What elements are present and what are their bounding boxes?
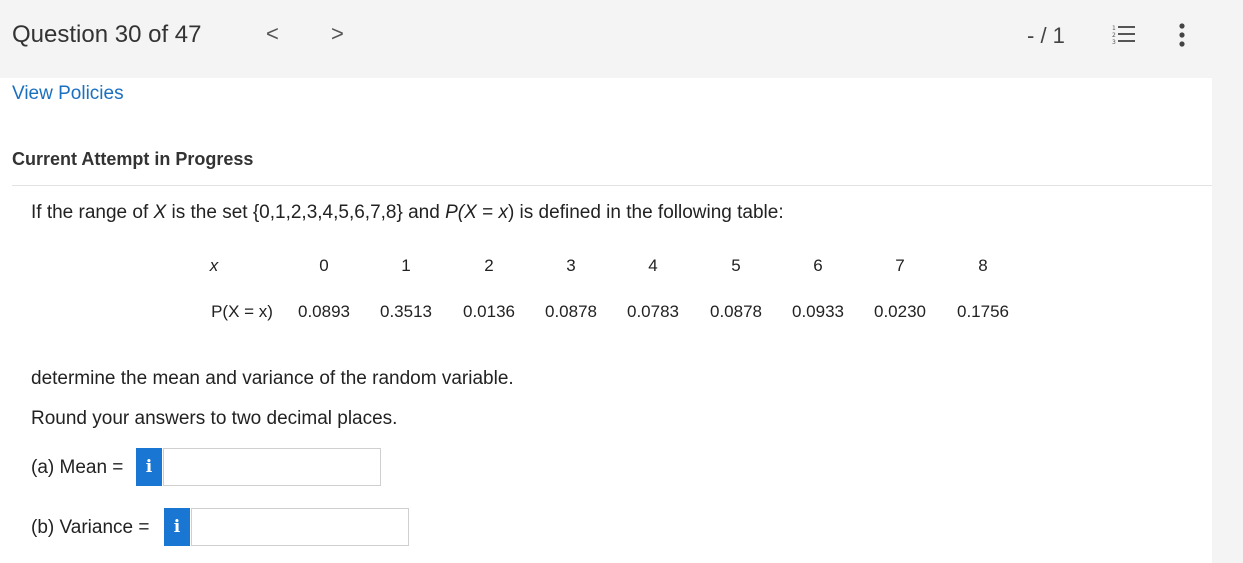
mean-label: (a) Mean = [31, 457, 124, 478]
table-cell-x: 0 [319, 256, 329, 275]
table-cell-x: 6 [813, 256, 823, 275]
question-text: If the range of X is the set {0,1,2,3,4,… [31, 202, 784, 223]
table-cell-p: 0.3513 [380, 302, 432, 321]
svg-text:2: 2 [1112, 32, 1116, 39]
svg-text:3: 3 [1112, 39, 1116, 46]
table-cell-p: 0.0230 [874, 302, 926, 321]
table-cell-p: 0.0878 [545, 302, 597, 321]
chevron-right-icon: > [331, 21, 344, 46]
mean-info-button[interactable]: i [136, 448, 162, 486]
question-header: Question 30 of 47 < > - / 1 1 2 3 [0, 0, 1243, 78]
question-card: View Policies Current Attempt in Progres… [0, 78, 1212, 563]
chevron-left-icon: < [266, 21, 279, 46]
table-cell-x: 5 [731, 256, 741, 275]
variance-info-button[interactable]: i [164, 508, 190, 546]
table-cell-x: 8 [978, 256, 988, 275]
table-cell-p: 0.0878 [710, 302, 762, 321]
next-question-button[interactable]: > [331, 22, 344, 46]
table-header-x: x [209, 256, 219, 275]
variance-label: (b) Variance = [31, 517, 150, 538]
numbered-list-icon[interactable]: 1 2 3 [1112, 24, 1136, 46]
table-cell-x: 2 [484, 256, 494, 275]
table-cell-p: 0.0136 [463, 302, 515, 321]
question-counter: Question 30 of 47 [12, 21, 202, 48]
attempt-heading: Current Attempt in Progress [12, 149, 254, 169]
svg-text:1: 1 [1112, 25, 1116, 32]
rounding-instruction: Round your answers to two decimal places… [31, 408, 398, 429]
table-cell-x: 4 [648, 256, 658, 275]
table-cell-x: 1 [401, 256, 411, 275]
more-options-icon[interactable] [1173, 22, 1191, 48]
table-cell-p: 0.1756 [957, 302, 1009, 321]
table-cell-p: 0.0783 [627, 302, 679, 321]
previous-question-button[interactable]: < [266, 22, 279, 46]
table-cell-x: 3 [566, 256, 576, 275]
table-cell-x: 7 [895, 256, 905, 275]
divider [12, 185, 1212, 186]
info-icon: i [145, 457, 153, 477]
view-policies-link[interactable]: View Policies [12, 83, 124, 105]
table-cell-p: 0.0893 [298, 302, 350, 321]
table-header-p: P(X = x) [211, 302, 273, 321]
table-cell-p: 0.0933 [792, 302, 844, 321]
score-display: - / 1 [1027, 23, 1065, 48]
info-icon: i [173, 517, 181, 537]
mean-input[interactable] [163, 448, 381, 486]
variance-input[interactable] [191, 508, 409, 546]
instruction-text: determine the mean and variance of the r… [31, 368, 514, 389]
